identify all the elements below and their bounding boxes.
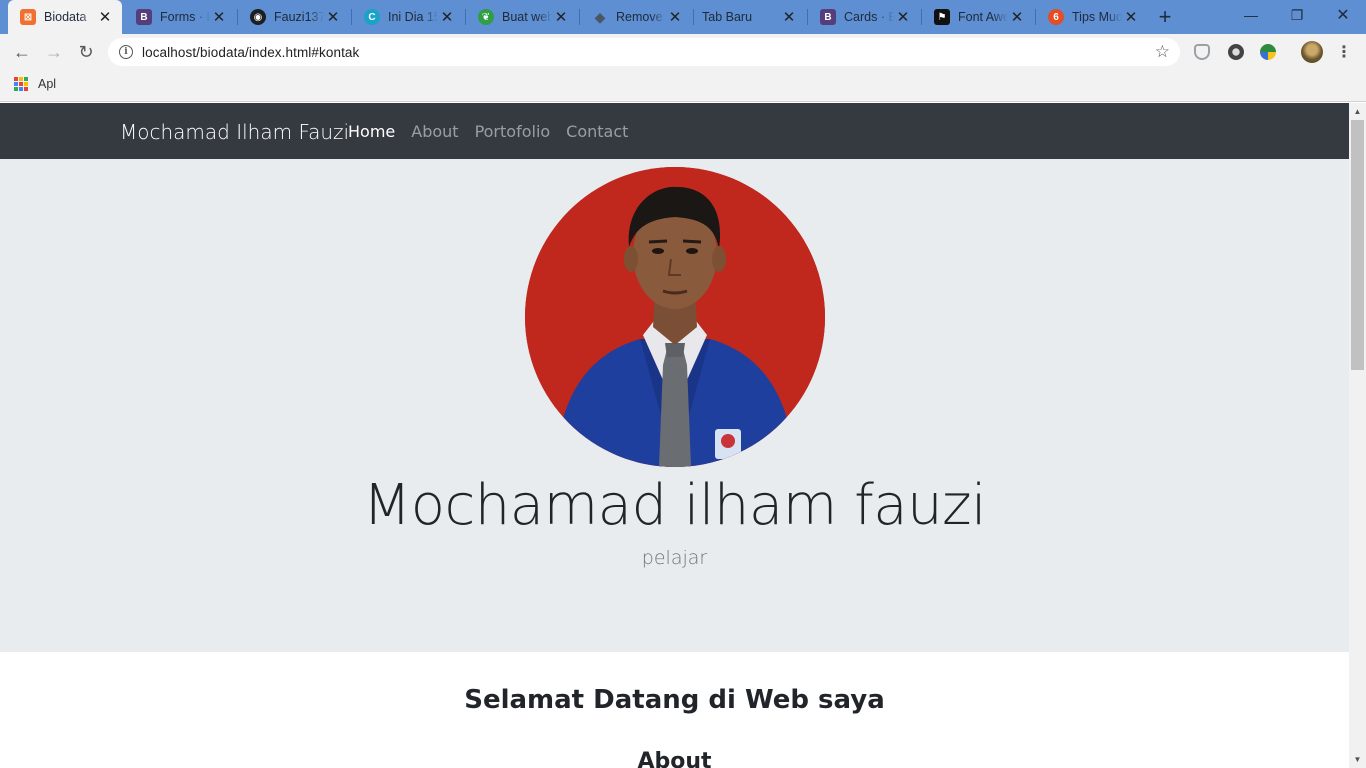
person-portrait-icon	[525, 167, 825, 467]
profile-avatar[interactable]	[1301, 41, 1323, 63]
bookmarks-bar: Apl	[0, 70, 1366, 102]
tab-label: Fauzi1379	[274, 10, 324, 24]
close-icon[interactable]: ✕	[324, 8, 342, 26]
extension-icon[interactable]	[1228, 44, 1244, 60]
close-icon[interactable]: ✕	[780, 8, 798, 26]
apps-grid-icon	[14, 77, 28, 91]
browser-tab-strip: ⊠ Biodata ✕ B Forms · Bootstrap ✕ ◉ Fauz…	[0, 0, 1366, 34]
apps-label: Apl	[38, 77, 57, 91]
xampp-icon: ⊠	[20, 9, 36, 25]
forward-button[interactable]: →	[40, 38, 68, 66]
info-icon[interactable]: i	[119, 45, 133, 59]
close-icon[interactable]: ✕	[894, 8, 912, 26]
window-close-button[interactable]: ✕	[1320, 0, 1366, 30]
nav-about[interactable]: About	[411, 122, 458, 141]
hero-title: Mochamad ilham fauzi	[362, 473, 987, 538]
page-viewport: Mochamad Ilham Fauzi Home About Portofol…	[0, 103, 1349, 768]
bootstrap-icon: B	[136, 9, 152, 25]
tab-buat-web[interactable]: ❦ Buat website ✕	[466, 2, 578, 32]
github-icon: ◉	[250, 9, 266, 25]
hero-jumbotron: Mochamad ilham fauzi pelajar	[0, 159, 1349, 652]
scroll-up-arrow-icon[interactable]: ▲	[1349, 103, 1366, 120]
vertical-scrollbar[interactable]: ▲ ▼	[1349, 103, 1366, 768]
tab-label: Forms · Bootstrap	[160, 10, 210, 24]
tab-label: Biodata	[44, 10, 87, 24]
globe-extension-icon[interactable]	[1260, 44, 1276, 60]
nav-portofolio[interactable]: Portofolio	[475, 122, 551, 141]
nav-links: Home About Portofolio Contact	[348, 122, 628, 141]
site-navbar: Mochamad Ilham Fauzi Home About Portofol…	[0, 103, 1349, 159]
tab-forms[interactable]: B Forms · Bootstrap ✕	[124, 2, 236, 32]
close-icon[interactable]: ✕	[666, 8, 684, 26]
scrollbar-thumb[interactable]	[1351, 120, 1364, 370]
tab-font-awesome[interactable]: ⚑ Font Awesome ✕	[922, 2, 1034, 32]
close-icon[interactable]: ✕	[1008, 8, 1026, 26]
tab-ini-dia[interactable]: C Ini Dia 15 ✕	[352, 2, 464, 32]
tab-label: Font Awesome	[958, 10, 1008, 24]
bootstrap-icon: B	[820, 9, 836, 25]
close-icon[interactable]: ✕	[1122, 8, 1140, 26]
hero-subtitle: pelajar	[641, 547, 708, 569]
c-logo-icon: C	[364, 9, 380, 25]
tab-cards[interactable]: B Cards · Bootstrap ✕	[808, 2, 920, 32]
welcome-heading: Selamat Datang di Web saya	[464, 685, 885, 715]
flag-icon: ⚑	[934, 9, 950, 25]
shield-extension-icon[interactable]	[1194, 44, 1210, 60]
kebab-menu-icon[interactable]: ⋮	[1336, 42, 1352, 62]
reload-button[interactable]: ↻	[72, 38, 100, 66]
restore-button[interactable]: ❐	[1274, 0, 1320, 30]
profile-photo	[525, 167, 825, 467]
layers-icon: ◆	[594, 8, 606, 25]
close-icon[interactable]: ✕	[438, 8, 456, 26]
tab-tips[interactable]: 6 Tips Mudah ✕	[1036, 2, 1148, 32]
nav-home[interactable]: Home	[348, 122, 395, 141]
back-button[interactable]: ←	[8, 38, 36, 66]
tab-label: Remove background	[616, 10, 666, 24]
tab-label: Tab Baru	[702, 10, 753, 24]
tab-remove[interactable]: ◆ Remove background ✕	[580, 2, 692, 32]
address-bar[interactable]: i localhost/biodata/index.html#kontak ☆	[108, 38, 1180, 66]
new-tab-button[interactable]: +	[1151, 3, 1179, 31]
close-icon[interactable]: ✕	[210, 8, 228, 26]
navbar-brand[interactable]: Mochamad Ilham Fauzi	[120, 120, 349, 144]
url-text: localhost/biodata/index.html#kontak	[142, 44, 360, 60]
minimize-button[interactable]: —	[1228, 0, 1274, 30]
about-heading: About	[637, 749, 712, 768]
html5-icon: 6	[1048, 9, 1064, 25]
tab-label: Tips Mudah	[1072, 10, 1122, 24]
browser-toolbar: ← → ↻ i localhost/biodata/index.html#kon…	[0, 34, 1366, 70]
scroll-down-arrow-icon[interactable]: ▼	[1349, 751, 1366, 768]
tab-label: Buat website	[502, 10, 552, 24]
apps-shortcut[interactable]: Apl	[14, 77, 56, 91]
leaf-icon: ❦	[478, 9, 494, 25]
close-icon[interactable]: ✕	[96, 8, 114, 26]
nav-contact[interactable]: Contact	[566, 122, 628, 141]
tab-biodata[interactable]: ⊠ Biodata ✕	[8, 0, 122, 34]
star-icon[interactable]: ☆	[1155, 42, 1170, 62]
tab-github[interactable]: ◉ Fauzi1379 ✕	[238, 2, 350, 32]
tab-tab-baru[interactable]: Tab Baru ✕	[694, 2, 806, 32]
close-icon[interactable]: ✕	[552, 8, 570, 26]
tab-label: Cards · Bootstrap	[844, 10, 894, 24]
tab-label: Ini Dia 15	[388, 10, 438, 24]
